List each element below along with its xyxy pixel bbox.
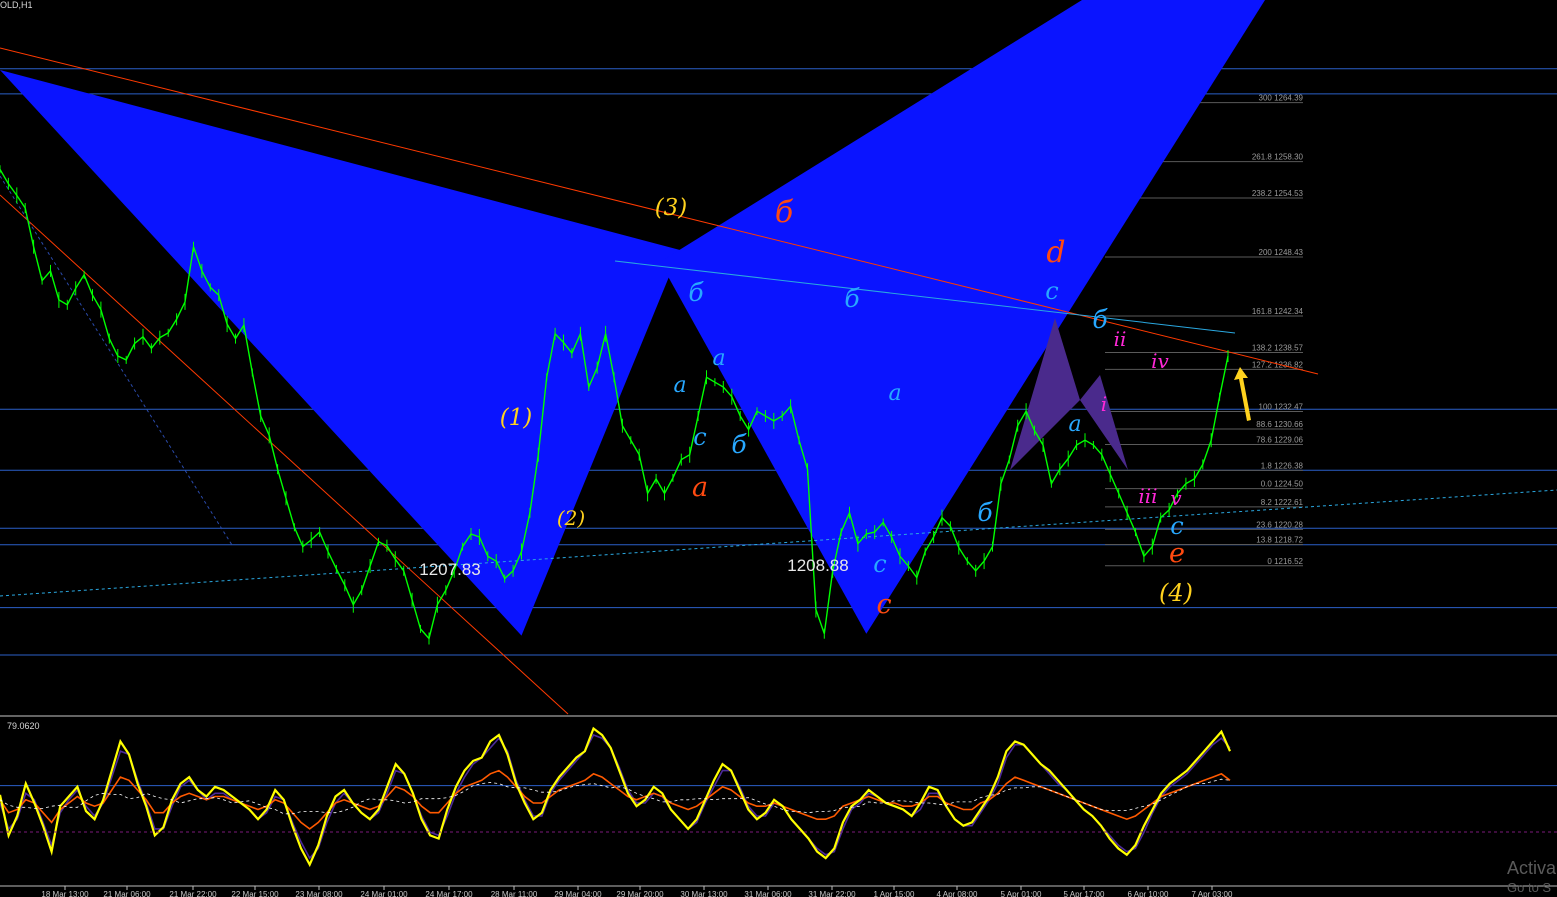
oscillator-line — [0, 734, 1231, 860]
time-tick-label: 21 Mar 06:00 — [103, 890, 151, 897]
symbol-label: OLD,H1 — [0, 0, 33, 10]
price-chart: 300 1264.39 261.8 1258.30 238.2 1254.53 200… — [0, 0, 1557, 897]
wave-label-b9: б — [977, 498, 993, 527]
fib-label: 200 1248.43 — [1259, 248, 1304, 257]
fib-label: 261.8 1258.30 — [1252, 153, 1304, 162]
wave-label-w3: (3) — [655, 195, 688, 221]
time-tick-label: 18 Mar 13:00 — [41, 890, 89, 897]
time-tick-label: 30 Mar 13:00 — [680, 890, 728, 897]
wave-label-m2: iv — [1151, 349, 1169, 373]
wave-label-rb: б — [775, 195, 794, 230]
wave-label-b4: c — [693, 423, 706, 451]
wave-label-b11: б — [1092, 305, 1108, 334]
time-tick-label: 24 Mar 17:00 — [425, 890, 473, 897]
wave-label-b12: a — [1068, 412, 1081, 437]
oscillator-line — [0, 726, 1232, 868]
time-tick-label: 4 Apr 08:00 — [937, 890, 978, 897]
time-tick-label: 5 Apr 17:00 — [1064, 890, 1105, 897]
wave-label-ra: a — [692, 472, 708, 503]
wave-label-b7: a — [888, 381, 901, 406]
wave-label-b10: c — [1045, 277, 1058, 305]
time-tick-label: 23 Mar 08:00 — [295, 890, 343, 897]
price-annotation: 1207.83 — [419, 560, 480, 579]
fib-label: 0.0 1224.50 — [1261, 480, 1304, 489]
wave-label-b13: c — [1170, 512, 1183, 540]
fib-label: 88.6 1230.66 — [1256, 420, 1303, 429]
wave-label-m4: iii — [1138, 484, 1157, 508]
time-tick-label: 31 Mar 06:00 — [744, 890, 792, 897]
fib-label: 300 1264.39 — [1259, 94, 1304, 103]
wave-label-w2: (2) — [557, 506, 585, 530]
fib-label: 13.8 1218.72 — [1256, 535, 1303, 544]
wave-label-m5: v — [1170, 486, 1182, 510]
wave-label-m1: ii — [1114, 327, 1127, 351]
wave-label-re: e — [1169, 538, 1185, 569]
time-tick-label: 29 Mar 20:00 — [616, 890, 664, 897]
time-axis: 18 Mar 13:00 21 Mar 06:00 21 Mar 22:00 22 M… — [41, 886, 1233, 897]
activation-watermark: Activa — [1507, 858, 1557, 878]
fib-label: 23.6 1220.28 — [1256, 520, 1303, 529]
wave-label-b2: a — [712, 346, 725, 371]
wave-label-b1: б — [688, 278, 704, 307]
time-tick-label: 29 Mar 04:00 — [554, 890, 602, 897]
time-tick-label: 31 Mar 22:00 — [808, 890, 856, 897]
wave-label-b3: a — [673, 373, 686, 398]
time-tick-label: 6 Apr 10:00 — [1128, 890, 1169, 897]
wave-label-rc: c — [876, 589, 891, 620]
fib-label: 0 1216.52 — [1267, 557, 1303, 566]
time-tick-label: 7 Apr 03:00 — [1192, 890, 1233, 897]
fib-label: 100 1232.47 — [1259, 402, 1304, 411]
activation-watermark-sub: Go to S — [1507, 880, 1552, 895]
oscillator-pane — [0, 726, 1232, 868]
fib-label: 1.8 1226.38 — [1261, 461, 1304, 470]
wave-label-b6: б — [844, 284, 860, 313]
time-tick-label: 28 Mar 11:00 — [491, 890, 538, 897]
wave-label-w4: (4) — [1159, 579, 1193, 607]
wave-label-b8: c — [873, 550, 886, 578]
oscillator-value-label: 79.0620 — [7, 721, 40, 731]
time-tick-label: 5 Apr 01:00 — [1001, 890, 1042, 897]
fib-label: 138.2 1238.57 — [1252, 343, 1304, 352]
wave-label-b5: б — [731, 430, 747, 459]
wave-label-w1: (1) — [500, 405, 533, 431]
price-annotation: 1208.88 — [787, 556, 848, 575]
time-tick-label: 24 Mar 01:00 — [360, 890, 408, 897]
fib-label: 78.6 1229.06 — [1256, 435, 1303, 444]
time-tick-label: 1 Apr 15:00 — [874, 890, 915, 897]
fib-label: 8.2 1222.61 — [1261, 498, 1304, 507]
time-tick-label: 21 Mar 22:00 — [169, 890, 217, 897]
fib-label: 238.2 1254.53 — [1252, 189, 1304, 198]
time-tick-label: 22 Mar 15:00 — [231, 890, 279, 897]
fib-label: 161.8 1242.34 — [1252, 307, 1304, 316]
wave-label-rd: d — [1046, 235, 1065, 270]
wave-label-m3: i — [1101, 392, 1107, 416]
